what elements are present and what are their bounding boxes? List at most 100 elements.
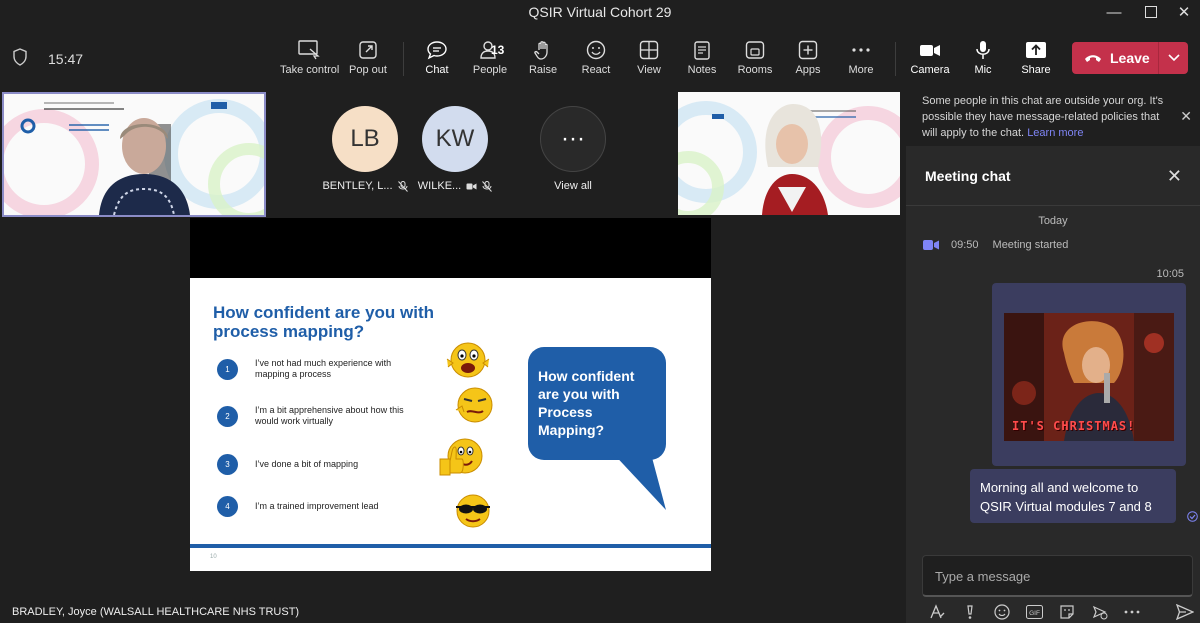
- day-divider: Today: [1038, 215, 1068, 227]
- view-button[interactable]: View: [631, 40, 667, 84]
- people-button[interactable]: 13 People: [470, 40, 510, 84]
- react-button[interactable]: React: [577, 40, 615, 84]
- dismiss-notice-icon[interactable]: ✕: [1180, 108, 1192, 125]
- share-label: Share: [1021, 64, 1051, 76]
- toolbar-divider: [403, 42, 404, 76]
- close-chat-icon[interactable]: ✕: [1167, 166, 1182, 187]
- leave-main[interactable]: Leave: [1072, 42, 1158, 74]
- slide-option-1: 1 I’ve not had much experience with mappi…: [217, 358, 467, 380]
- toolbar-divider: [895, 42, 896, 76]
- meeting-clock: 15:47: [48, 51, 84, 67]
- leave-button[interactable]: Leave: [1072, 42, 1188, 74]
- camera-button[interactable]: Camera: [910, 40, 950, 84]
- gif-message[interactable]: IT'S CHRISTMAS!: [992, 283, 1186, 466]
- sticker-icon[interactable]: [1058, 603, 1076, 621]
- option-number: 1: [217, 358, 238, 380]
- christmas-gif[interactable]: IT'S CHRISTMAS!: [1004, 313, 1174, 441]
- slide-option-3: 3 I’ve done a bit of mapping: [217, 454, 467, 475]
- apps-label: Apps: [795, 64, 821, 76]
- video-tile-participant[interactable]: [678, 92, 900, 215]
- meeting-chat-panel: Some people in this chat are outside you…: [906, 88, 1200, 623]
- take-control-button[interactable]: Take control: [280, 40, 339, 84]
- more-participants-icon: ···: [540, 106, 606, 172]
- view-all-label: View all: [554, 180, 592, 192]
- message-compose-box[interactable]: Type a message: [922, 555, 1193, 597]
- video-off-icon: [466, 183, 477, 189]
- event-text: Meeting started: [992, 239, 1069, 251]
- avatar: KW: [422, 106, 488, 172]
- shared-content-area[interactable]: How confident are you with process mappi…: [190, 218, 711, 571]
- emoji-icon[interactable]: [993, 603, 1011, 621]
- pop-out-button[interactable]: Pop out: [347, 40, 389, 84]
- sunglasses-emoji-icon: [456, 494, 490, 528]
- pop-out-label: Pop out: [349, 64, 387, 76]
- view-label: View: [637, 64, 661, 76]
- thumbs-up-emoji-icon: [439, 438, 483, 476]
- apps-button[interactable]: Apps: [791, 40, 825, 84]
- close-window-icon[interactable]: ✕: [1166, 0, 1200, 24]
- svg-text:GIF: GIF: [1029, 610, 1040, 617]
- scared-emoji-icon: [446, 342, 490, 378]
- speech-bubble: How confident are you with Process Mappi…: [528, 347, 666, 460]
- participant-tile-lb[interactable]: LB BENTLEY, L...: [320, 106, 410, 192]
- format-icon[interactable]: [928, 603, 946, 621]
- add-apps-icon: [798, 40, 818, 60]
- more-icon: [852, 48, 870, 52]
- external-org-notice: Some people in this chat are outside you…: [906, 88, 1200, 146]
- chat-label: Chat: [425, 64, 449, 76]
- react-label: React: [581, 64, 611, 76]
- raise-hand-button[interactable]: Raise: [524, 40, 562, 84]
- share-button[interactable]: Share: [1018, 40, 1054, 84]
- option-text: I’ve done a bit of mapping: [255, 459, 359, 469]
- learn-more-link[interactable]: Learn more: [1027, 127, 1083, 139]
- more-button[interactable]: More: [843, 40, 879, 84]
- rooms-button[interactable]: Rooms: [736, 40, 774, 84]
- maximize-icon[interactable]: [1133, 0, 1169, 24]
- minimize-icon[interactable]: —: [1096, 0, 1132, 24]
- avatar: LB: [332, 106, 398, 172]
- speech-bubble-tail: [610, 450, 666, 510]
- people-count-badge: 13: [491, 43, 505, 57]
- meeting-toolbar: 15:47 Take control Pop out Chat 13 Peopl…: [0, 28, 1200, 90]
- chat-message[interactable]: Morning all and welcome to QSIR Virtual …: [970, 469, 1176, 523]
- send-later-icon[interactable]: [1091, 603, 1109, 621]
- rooms-label: Rooms: [737, 64, 773, 76]
- avatar-initials: KW: [435, 125, 475, 152]
- people-label: People: [472, 64, 508, 76]
- title-bar: QSIR Virtual Cohort 29 — ✕: [0, 0, 1200, 28]
- chat-panel-title: Meeting chat: [925, 168, 1011, 184]
- smiley-icon: [586, 40, 606, 60]
- video-tile-presenter[interactable]: [2, 92, 266, 217]
- notes-button[interactable]: Notes: [684, 40, 720, 84]
- more-label: More: [848, 64, 874, 76]
- slide-option-2: 2 I’m a bit apprehensive about how this w…: [217, 405, 467, 427]
- gif-icon[interactable]: GIF: [1026, 603, 1044, 621]
- presenter-name: BRADLEY, Joyce (WALSALL HEALTHCARE NHS T…: [12, 606, 300, 618]
- view-all-button[interactable]: ··· View all: [528, 106, 618, 192]
- send-icon[interactable]: [1175, 603, 1194, 621]
- option-number: 4: [217, 496, 238, 517]
- shield-icon[interactable]: [12, 48, 28, 71]
- slide-footer-bar: [190, 544, 711, 548]
- more-options-icon[interactable]: [1123, 603, 1141, 621]
- leave-options-button[interactable]: [1159, 53, 1188, 63]
- avatar-initials: LB: [350, 125, 380, 152]
- notes-icon: [694, 41, 710, 60]
- raise-label: Raise: [528, 64, 558, 76]
- option-number: 2: [217, 405, 238, 427]
- grid-view-icon: [639, 40, 659, 60]
- microphone-icon: [976, 41, 990, 59]
- camera-icon: [920, 45, 940, 56]
- participant-name: WILKE...: [417, 180, 462, 192]
- take-control-icon: [298, 40, 320, 60]
- speech-bubble-text: How confident are you with Process Mappi…: [538, 368, 635, 438]
- mic-button[interactable]: Mic: [968, 40, 998, 84]
- chat-button[interactable]: Chat: [418, 40, 456, 90]
- option-text: I’ve not had much experience with mappin…: [255, 358, 392, 379]
- priority-icon[interactable]: [961, 603, 979, 621]
- participant-tile-kw[interactable]: KW WILKE...: [410, 106, 500, 192]
- presentation-slide: How confident are you with process mappi…: [190, 278, 711, 571]
- leave-label: Leave: [1110, 50, 1150, 66]
- chevron-down-icon: [1167, 54, 1180, 62]
- share-tray-icon: [1026, 42, 1046, 58]
